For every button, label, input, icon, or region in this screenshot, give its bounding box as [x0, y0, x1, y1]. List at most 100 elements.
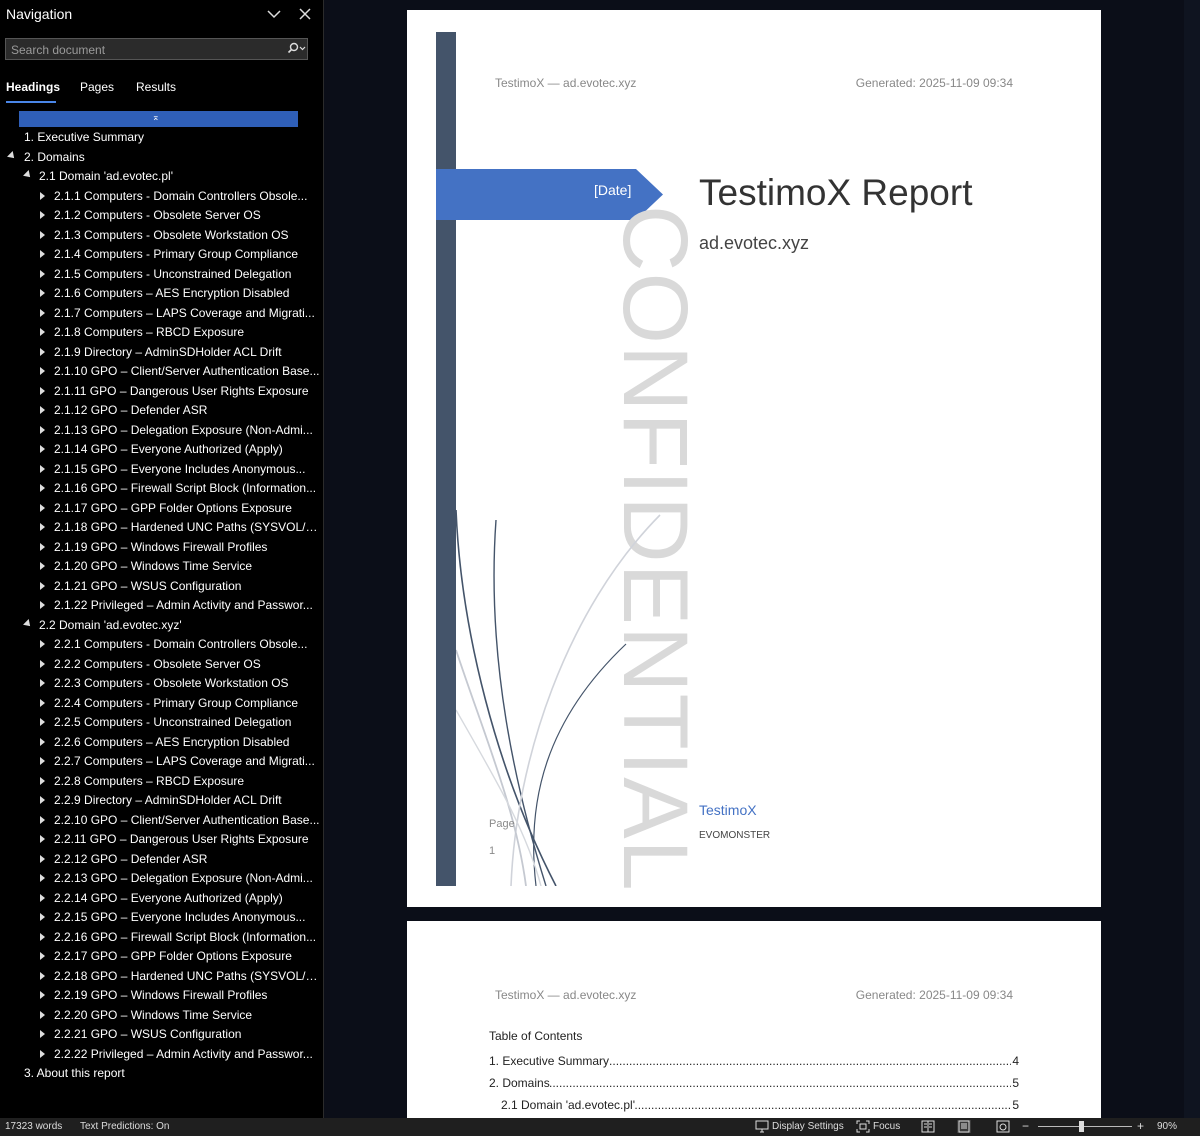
zoom-in-button[interactable]: + [1137, 1119, 1144, 1133]
display-settings-button[interactable]: Display Settings [772, 1121, 844, 1132]
heading-item[interactable]: 2.1.4 Computers - Primary Group Complian… [0, 245, 323, 264]
collapsed-triangle-icon[interactable] [40, 932, 45, 941]
collapsed-triangle-icon[interactable] [40, 308, 45, 317]
collapsed-triangle-icon[interactable] [40, 230, 45, 239]
heading-item[interactable]: 2.1.20 GPO – Windows Time Service [0, 557, 323, 576]
expanded-triangle-icon[interactable] [7, 150, 17, 161]
zoom-slider[interactable] [1038, 1126, 1132, 1127]
heading-item[interactable]: 2.2.13 GPO – Delegation Exposure (Non-Ad… [0, 869, 323, 888]
collapsed-triangle-icon[interactable] [40, 581, 45, 590]
heading-item[interactable]: 2.2.7 Computers – LAPS Coverage and Migr… [0, 752, 323, 771]
heading-item[interactable]: 2. Domains [0, 148, 323, 167]
heading-item[interactable]: 2.2.11 GPO – Dangerous User Rights Expos… [0, 830, 323, 849]
collapsed-triangle-icon[interactable] [40, 347, 45, 356]
toc-entry[interactable]: 2. Domains..............................… [489, 1076, 1019, 1090]
heading-item[interactable]: 2.1.12 GPO – Defender ASR [0, 401, 323, 420]
collapsed-triangle-icon[interactable] [40, 737, 45, 746]
date-placeholder[interactable]: [Date] [594, 182, 631, 198]
heading-item[interactable]: 2.1.15 GPO – Everyone Includes Anonymous… [0, 460, 323, 479]
heading-item[interactable]: 2.2.16 GPO – Firewall Script Block (Info… [0, 928, 323, 947]
close-icon[interactable] [296, 4, 314, 24]
heading-item[interactable]: 2.1.3 Computers - Obsolete Workstation O… [0, 226, 323, 245]
tab-results[interactable]: Results [136, 80, 176, 94]
toc-entry[interactable]: 2.1 Domain 'ad.evotec.pl'...............… [501, 1098, 1019, 1112]
heading-item[interactable]: 2.1.10 GPO – Client/Server Authenticatio… [0, 362, 323, 381]
search-options-button[interactable] [285, 41, 307, 57]
collapsed-triangle-icon[interactable] [40, 601, 45, 609]
read-mode-icon[interactable] [921, 1120, 935, 1133]
collapsed-triangle-icon[interactable] [40, 464, 45, 473]
collapsed-triangle-icon[interactable] [40, 718, 45, 726]
zoom-slider-thumb[interactable] [1079, 1121, 1084, 1132]
heading-item[interactable]: 2.2.8 Computers – RBCD Exposure [0, 772, 323, 791]
heading-item[interactable]: 2.2.6 Computers – AES Encryption Disable… [0, 733, 323, 752]
heading-item[interactable]: 2.1.22 Privileged – Admin Activity and P… [0, 596, 323, 615]
collapsed-triangle-icon[interactable] [40, 386, 45, 395]
expanded-triangle-icon[interactable] [23, 618, 33, 629]
collapsed-triangle-icon[interactable] [40, 659, 45, 668]
heading-item[interactable]: 2.2.17 GPO – GPP Folder Options Exposure [0, 947, 323, 966]
collapsed-triangle-icon[interactable] [40, 776, 45, 785]
heading-item[interactable]: 2.2.3 Computers - Obsolete Workstation O… [0, 674, 323, 693]
collapsed-triangle-icon[interactable] [40, 562, 45, 570]
collapsed-triangle-icon[interactable] [40, 191, 45, 200]
expanded-triangle-icon[interactable] [23, 170, 33, 180]
collapsed-triangle-icon[interactable] [40, 971, 45, 980]
heading-item[interactable]: 2.1.17 GPO – GPP Folder Options Exposure [0, 499, 323, 518]
chevron-down-icon[interactable] [265, 4, 283, 24]
print-layout-icon[interactable] [957, 1120, 971, 1133]
collapsed-triangle-icon[interactable] [40, 523, 45, 531]
search-input[interactable] [6, 39, 283, 61]
heading-item[interactable]: 2.1 Domain 'ad.evotec.pl' [0, 167, 323, 186]
heading-item[interactable]: 2.1.18 GPO – Hardened UNC Paths (SYSVOL/… [0, 518, 323, 537]
heading-item[interactable]: 2.2.20 GPO – Windows Time Service [0, 1006, 323, 1025]
heading-item[interactable]: 2.2.21 GPO – WSUS Configuration [0, 1025, 323, 1044]
collapsed-triangle-icon[interactable] [40, 328, 45, 336]
heading-item[interactable]: 2.2.2 Computers - Obsolete Server OS [0, 655, 323, 674]
tab-pages[interactable]: Pages [80, 80, 114, 94]
collapsed-triangle-icon[interactable] [40, 893, 45, 902]
collapsed-triangle-icon[interactable] [40, 484, 45, 492]
heading-item[interactable]: 2.1.21 GPO – WSUS Configuration [0, 577, 323, 596]
heading-item[interactable]: 2.2.19 GPO – Windows Firewall Profiles [0, 986, 323, 1005]
heading-item[interactable]: 2.2.22 Privileged – Admin Activity and P… [0, 1045, 323, 1064]
web-layout-icon[interactable] [996, 1120, 1010, 1133]
zoom-out-button[interactable]: − [1022, 1119, 1029, 1133]
collapsed-triangle-icon[interactable] [40, 913, 45, 921]
heading-item[interactable]: 2.2.10 GPO – Client/Server Authenticatio… [0, 811, 323, 830]
collapsed-triangle-icon[interactable] [40, 835, 45, 843]
heading-item[interactable]: 2.2.4 Computers - Primary Group Complian… [0, 694, 323, 713]
collapsed-triangle-icon[interactable] [40, 952, 45, 960]
collapsed-triangle-icon[interactable] [40, 289, 45, 297]
collapsed-triangle-icon[interactable] [40, 1049, 45, 1058]
heading-item[interactable]: 2.1.7 Computers – LAPS Coverage and Migr… [0, 304, 323, 323]
collapsed-triangle-icon[interactable] [40, 640, 45, 648]
zoom-level[interactable]: 90% [1157, 1121, 1177, 1132]
collapsed-triangle-icon[interactable] [40, 757, 45, 765]
collapsed-triangle-icon[interactable] [40, 406, 45, 414]
heading-item[interactable]: 2.2.9 Directory – AdminSDHolder ACL Drif… [0, 791, 323, 810]
heading-item[interactable]: 2.1.14 GPO – Everyone Authorized (Apply) [0, 440, 323, 459]
heading-item[interactable]: 2.1.5 Computers - Unconstrained Delegati… [0, 265, 323, 284]
focus-icon[interactable] [856, 1120, 870, 1133]
heading-item[interactable]: 2.2.18 GPO – Hardened UNC Paths (SYSVOL/… [0, 967, 323, 986]
collapsed-triangle-icon[interactable] [40, 445, 45, 453]
collapsed-triangle-icon[interactable] [40, 796, 45, 804]
collapsed-triangle-icon[interactable] [40, 542, 45, 551]
heading-item[interactable]: 2.2.14 GPO – Everyone Authorized (Apply) [0, 889, 323, 908]
collapsed-triangle-icon[interactable] [40, 991, 45, 999]
heading-item[interactable]: 2.1.2 Computers - Obsolete Server OS [0, 206, 323, 225]
text-predictions[interactable]: Text Predictions: On [80, 1121, 169, 1132]
heading-item[interactable]: 1. Executive Summary [0, 128, 323, 147]
heading-item[interactable]: 3. About this report [0, 1064, 323, 1083]
heading-item[interactable]: 2.2.15 GPO – Everyone Includes Anonymous… [0, 908, 323, 927]
collapsed-triangle-icon[interactable] [40, 1010, 45, 1019]
collapsed-triangle-icon[interactable] [40, 815, 45, 824]
word-count[interactable]: 17323 words [5, 1121, 62, 1132]
collapsed-triangle-icon[interactable] [40, 425, 45, 434]
focus-button[interactable]: Focus [873, 1121, 900, 1132]
collapsed-triangle-icon[interactable] [40, 211, 45, 219]
heading-item[interactable]: 2.1.13 GPO – Delegation Exposure (Non-Ad… [0, 421, 323, 440]
heading-item[interactable]: 2.1.8 Computers – RBCD Exposure [0, 323, 323, 342]
heading-item[interactable]: 2.1.11 GPO – Dangerous User Rights Expos… [0, 382, 323, 401]
